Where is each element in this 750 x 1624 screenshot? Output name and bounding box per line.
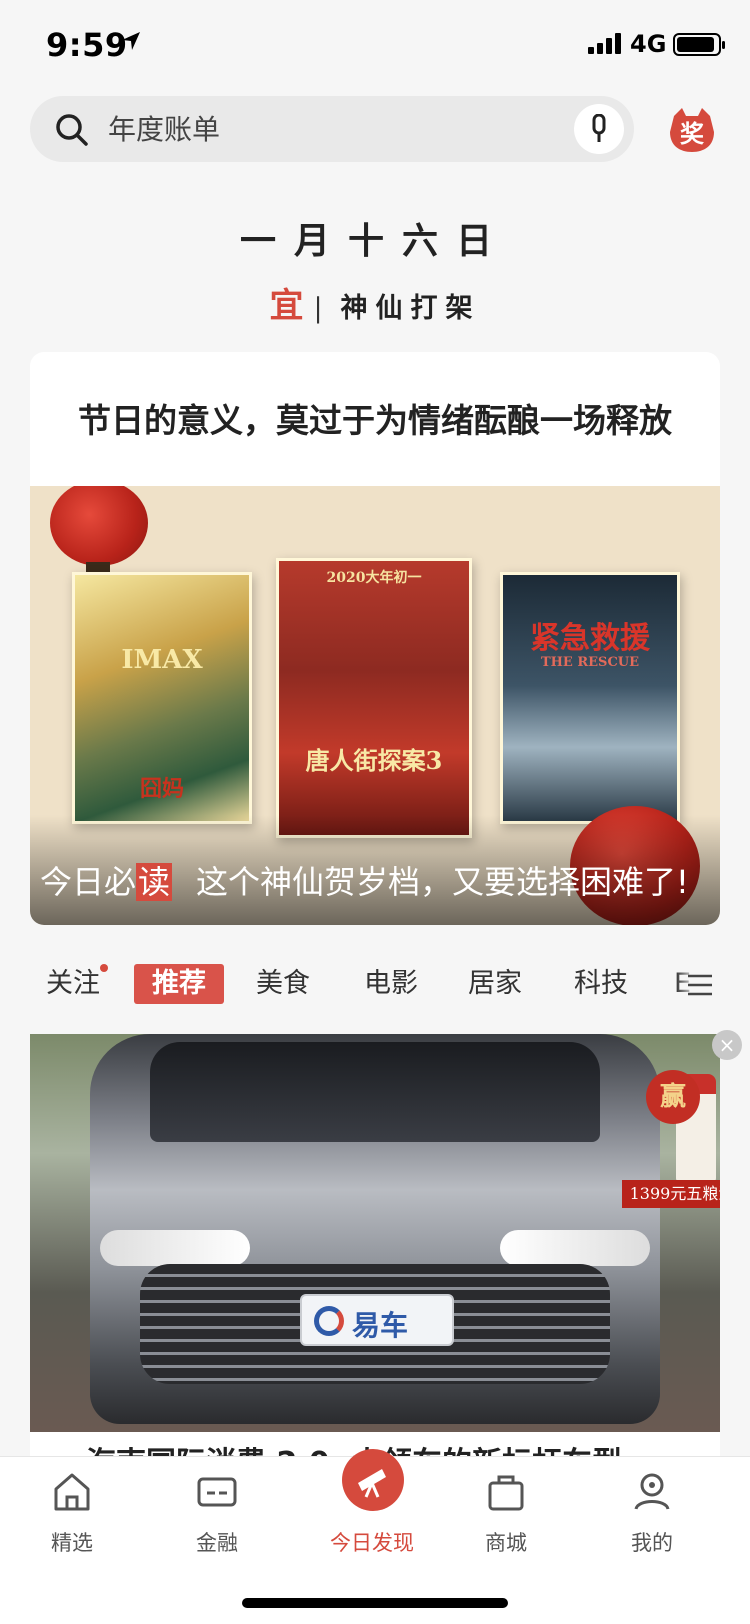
almanac-separator: | bbox=[313, 293, 331, 324]
caption-tag: 今日必读 bbox=[40, 863, 173, 901]
yiche-logo-icon bbox=[314, 1306, 344, 1336]
unread-dot bbox=[100, 964, 108, 972]
search-input[interactable] bbox=[108, 108, 548, 150]
almanac-activity: 神仙打架 bbox=[340, 293, 481, 324]
tab-tech[interactable]: 科技 bbox=[574, 964, 628, 1004]
movie-poster: 2020大年初一 唐人街探案3 bbox=[276, 558, 472, 838]
tab-recommend[interactable]: 推荐 bbox=[134, 964, 224, 1004]
nav-label: 我的 bbox=[631, 1531, 673, 1555]
poster-title: 囧妈 bbox=[139, 776, 184, 802]
lantern-decoration bbox=[50, 486, 148, 566]
almanac-line: 宜 | 神仙打架 bbox=[0, 278, 750, 327]
nav-label: 精选 bbox=[51, 1531, 93, 1555]
card-icon bbox=[197, 1477, 237, 1507]
feature-banner-image[interactable]: IMAX 囧妈 2020大年初一 唐人街探案3 紧急救援 THE RESCUE … bbox=[30, 486, 720, 925]
discover-highlight bbox=[342, 1449, 404, 1511]
ad-card[interactable]: 易车 赢 1399元五粮液 海南国际消费 2.0: 大领车的新标杆车型 bbox=[30, 1034, 720, 1464]
car-ad-image[interactable]: 易车 赢 1399元五粮液 bbox=[30, 1034, 720, 1432]
almanac-yi-label: 宜 bbox=[269, 286, 304, 326]
feature-headline: 节日的意义，莫过于为情绪酝酿一场释放 bbox=[78, 401, 672, 440]
ad-close-button[interactable]: × bbox=[712, 1030, 742, 1060]
poster-title: 紧急救援 bbox=[530, 621, 650, 656]
feature-card[interactable]: 节日的意义，莫过于为情绪酝酿一场释放 IMAX 囧妈 2020大年初一 唐人街探… bbox=[30, 352, 720, 925]
license-plate: 易车 bbox=[300, 1294, 454, 1346]
caption-tag-prefix: 今日必 bbox=[40, 863, 137, 901]
user-icon bbox=[634, 1473, 670, 1510]
poster-sub: IMAX bbox=[121, 645, 203, 675]
microphone-icon bbox=[592, 114, 606, 142]
nav-label: 今日发现 bbox=[330, 1531, 414, 1555]
search-icon bbox=[56, 114, 88, 146]
status-bar: 9:59 4G bbox=[0, 0, 750, 90]
nav-item-featured[interactable]: 精选 bbox=[12, 1467, 132, 1557]
tab-movie[interactable]: 电影 bbox=[364, 964, 418, 1004]
tab-food[interactable]: 美食 bbox=[256, 964, 310, 1004]
movie-poster: IMAX 囧妈 bbox=[72, 572, 252, 824]
nav-item-finance[interactable]: 金融 bbox=[157, 1467, 277, 1557]
nav-item-discover[interactable]: 今日发现 bbox=[312, 1449, 432, 1557]
poster-sub: THE RESCUE bbox=[540, 655, 640, 670]
voice-search-button[interactable] bbox=[574, 104, 624, 154]
battery-icon bbox=[673, 33, 725, 56]
telescope-icon bbox=[358, 1469, 386, 1498]
rewards-button[interactable]: 奖 bbox=[668, 106, 716, 154]
category-tabs: 关注 推荐 美食 电影 居家 科技 E bbox=[0, 958, 750, 1014]
tab-label: 关注 bbox=[46, 968, 100, 999]
home-indicator bbox=[242, 1598, 508, 1608]
caption-text: 这个神仙贺岁档，又要选择困难了! bbox=[196, 863, 689, 901]
bag-icon bbox=[488, 1475, 524, 1511]
promo-badge: 赢 bbox=[646, 1070, 700, 1124]
reward-label: 奖 bbox=[680, 120, 704, 148]
movie-poster: 紧急救援 THE RESCUE bbox=[500, 572, 680, 824]
poster-title: 唐人街探案3 bbox=[305, 746, 443, 775]
banner-caption: 今日必读 这个神仙贺岁档，又要选择困难了! bbox=[40, 857, 689, 903]
car-windshield bbox=[150, 1042, 600, 1142]
home-icon bbox=[54, 1473, 90, 1511]
nav-label: 商城 bbox=[485, 1531, 527, 1555]
network-type: 4G bbox=[630, 30, 667, 58]
car-headlight bbox=[500, 1230, 650, 1266]
caption-tag-highlight: 读 bbox=[136, 863, 173, 901]
nav-item-profile[interactable]: 我的 bbox=[592, 1467, 712, 1557]
nav-label: 金融 bbox=[196, 1531, 238, 1555]
nav-item-mall[interactable]: 商城 bbox=[446, 1467, 566, 1557]
signal-icon bbox=[588, 33, 621, 54]
promo-price: 1399元五粮液 bbox=[622, 1180, 720, 1208]
tab-follow[interactable]: 关注 bbox=[46, 964, 108, 1004]
plate-text: 易车 bbox=[352, 1309, 409, 1342]
car-headlight bbox=[100, 1230, 250, 1266]
poster-sub: 2020大年初一 bbox=[326, 570, 422, 586]
menu-icon[interactable] bbox=[686, 970, 714, 1000]
tab-home[interactable]: 居家 bbox=[468, 964, 522, 1004]
date-title: 一月十六日 bbox=[239, 220, 510, 262]
search-bar[interactable] bbox=[30, 96, 634, 162]
location-arrow-icon bbox=[122, 32, 140, 50]
status-time: 9:59 bbox=[46, 26, 128, 64]
